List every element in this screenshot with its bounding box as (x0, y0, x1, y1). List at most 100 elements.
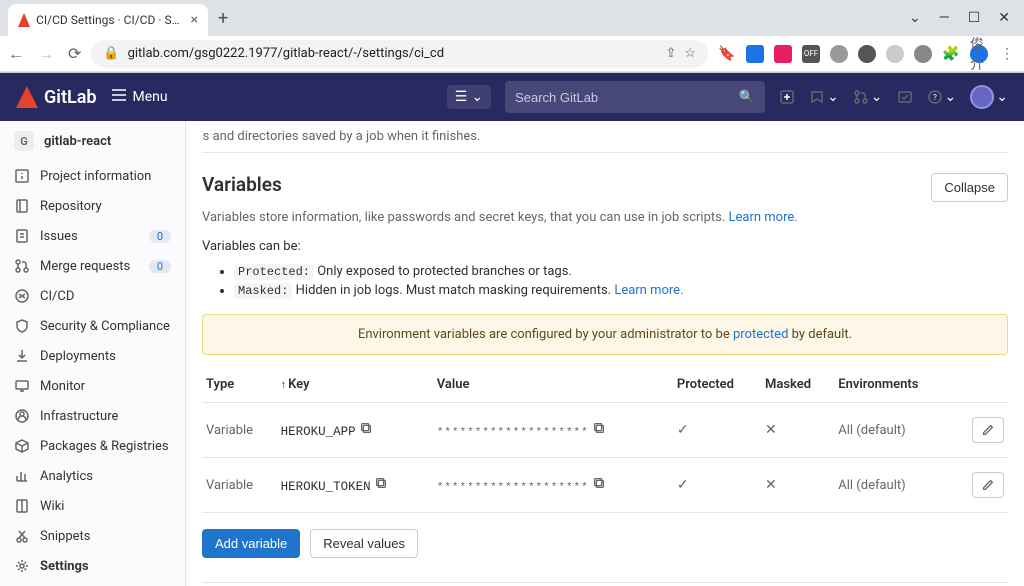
sidebar-item-settings[interactable]: Settings (0, 551, 185, 581)
cell-type: Variable (202, 403, 277, 458)
url-input[interactable]: 🔒 gitlab.com/gsg0222.1977/gitlab-react/-… (91, 40, 708, 68)
copy-icon[interactable] (592, 424, 606, 439)
sidebar-item-packages[interactable]: Packages & Registries (0, 431, 185, 461)
window-controls: ⌄ — ☐ ✕ (909, 10, 1024, 26)
project-name: gitlab-react (44, 134, 111, 149)
extension-icon[interactable] (746, 45, 764, 63)
extension-icon[interactable] (774, 45, 792, 63)
gitlab-logo-icon (16, 86, 38, 108)
kebab-menu-icon[interactable]: ⋮ (998, 45, 1016, 63)
todo-icon[interactable] (897, 89, 913, 105)
gitlab-favicon (18, 13, 30, 27)
sidebar-item-snippets[interactable]: Snippets (0, 521, 185, 551)
x-icon: ✕ (765, 477, 777, 493)
edit-button[interactable] (972, 472, 1004, 498)
lock-icon: 🔒 (103, 46, 119, 61)
sidebar-item-monitor[interactable]: Monitor (0, 371, 185, 401)
extensions-menu-icon[interactable]: 🧩 (942, 45, 960, 63)
cell-key: HEROKU_TOKEN (277, 458, 433, 513)
reload-icon[interactable]: ⟳ (68, 44, 81, 63)
gitlab-brand-text: GitLab (44, 87, 97, 108)
add-variable-button[interactable]: Add variable (202, 529, 300, 558)
search-input[interactable] (515, 90, 739, 105)
plus-icon: ☰ (455, 89, 468, 105)
back-icon[interactable]: ← (8, 44, 24, 64)
close-icon[interactable]: × (191, 12, 198, 28)
edit-button[interactable] (972, 417, 1004, 443)
search-icon[interactable]: 🔍 (739, 90, 755, 105)
extension-icon[interactable] (830, 45, 848, 63)
th-value: Value (433, 367, 673, 403)
sidebar-item-cicd[interactable]: CI/CD (0, 281, 185, 311)
cell-masked: ✕ (761, 458, 834, 513)
variables-canbe: Variables can be: (202, 239, 1008, 254)
sidebar-item-analytics[interactable]: Analytics (0, 461, 185, 491)
cell-masked: ✕ (761, 403, 834, 458)
maximize-icon[interactable]: ☐ (968, 10, 981, 26)
extension-icon[interactable] (914, 45, 932, 63)
protected-link[interactable]: protected (733, 327, 788, 342)
variable-type-protected: Protected: Only exposed to protected bra… (234, 264, 1008, 279)
user-menu[interactable]: ⌄ (970, 85, 1008, 109)
project-letter-icon: G (14, 131, 34, 151)
sidebar-item-issues[interactable]: Issues0 (0, 221, 185, 251)
env-var-alert: Environment variables are configured by … (202, 314, 1008, 355)
sidebar-sub-general[interactable]: General (0, 581, 185, 586)
gitlab-logo[interactable]: GitLab (16, 86, 97, 108)
cell-key: HEROKU_APP (277, 403, 433, 458)
cell-protected: ✓ (673, 403, 761, 458)
reveal-values-button[interactable]: Reveal values (310, 529, 418, 558)
issues-badge: 0 (149, 230, 171, 243)
collapse-button[interactable]: Collapse (931, 173, 1008, 202)
merge-request-icon[interactable]: ⌄ (853, 89, 883, 105)
create-menu-button[interactable]: ☰ ⌄ (447, 85, 491, 109)
sidebar-item-merge-requests[interactable]: Merge requests0 (0, 251, 185, 281)
browser-tab[interactable]: CI/CD Settings · CI/CD · Settings × (8, 4, 208, 36)
tab-title: CI/CD Settings · CI/CD · Settings (36, 13, 184, 27)
extension-icon[interactable] (886, 45, 904, 63)
issues-icon[interactable]: ⌄ (809, 89, 839, 105)
sidebar-item-repository[interactable]: Repository (0, 191, 185, 221)
x-icon: ✕ (765, 422, 777, 438)
minimize-icon[interactable]: — (939, 10, 950, 26)
profile-avatar[interactable]: 俊介 (970, 45, 988, 63)
cell-protected: ✓ (673, 458, 761, 513)
variables-description: Variables store information, like passwo… (202, 210, 1008, 225)
new-tab-button[interactable]: + (218, 8, 228, 29)
chevron-down-icon[interactable]: ⌄ (909, 10, 921, 26)
th-protected: Protected (673, 367, 761, 403)
th-masked: Masked (761, 367, 834, 403)
variables-heading: Variables (202, 173, 282, 196)
tab-bar: CI/CD Settings · CI/CD · Settings × + ⌄ … (0, 0, 1024, 36)
help-icon[interactable]: ? ⌄ (927, 89, 957, 105)
copy-icon[interactable] (592, 479, 606, 494)
sidebar-project[interactable]: G gitlab-react (0, 121, 185, 161)
cell-type: Variable (202, 458, 277, 513)
learn-more-link[interactable]: Learn more. (729, 210, 798, 225)
search-bar[interactable]: 🔍 (505, 81, 765, 113)
chevron-down-icon: ⌄ (471, 89, 483, 105)
sidebar-item-project-information[interactable]: Project information (0, 161, 185, 191)
menu-label: Menu (133, 89, 168, 105)
browser-chrome: CI/CD Settings · CI/CD · Settings × + ⌄ … (0, 0, 1024, 73)
svg-text:?: ? (933, 93, 937, 102)
star-icon[interactable]: ☆ (684, 46, 696, 61)
share-icon[interactable]: ⇪ (665, 46, 676, 61)
copy-icon[interactable] (359, 424, 373, 439)
create-icon[interactable] (779, 89, 795, 105)
cell-value: ******************** (433, 458, 673, 513)
extension-icon[interactable] (858, 45, 876, 63)
sidebar-item-wiki[interactable]: Wiki (0, 491, 185, 521)
learn-more-link[interactable]: Learn more. (614, 283, 683, 298)
extension-icon[interactable]: OFF (802, 45, 820, 63)
extension-icons: 🔖 OFF 🧩 俊介 ⋮ (718, 45, 1016, 63)
forward-icon[interactable]: → (38, 44, 54, 64)
sidebar-item-security[interactable]: Security & Compliance (0, 311, 185, 341)
close-window-icon[interactable]: ✕ (998, 10, 1010, 26)
copy-icon[interactable] (374, 479, 388, 494)
sidebar-item-deployments[interactable]: Deployments (0, 341, 185, 371)
bookmark-icon[interactable]: 🔖 (718, 45, 736, 63)
sidebar-item-infrastructure[interactable]: Infrastructure (0, 401, 185, 431)
menu-button[interactable]: Menu (111, 87, 168, 107)
th-key[interactable]: ↑Key (277, 367, 433, 403)
